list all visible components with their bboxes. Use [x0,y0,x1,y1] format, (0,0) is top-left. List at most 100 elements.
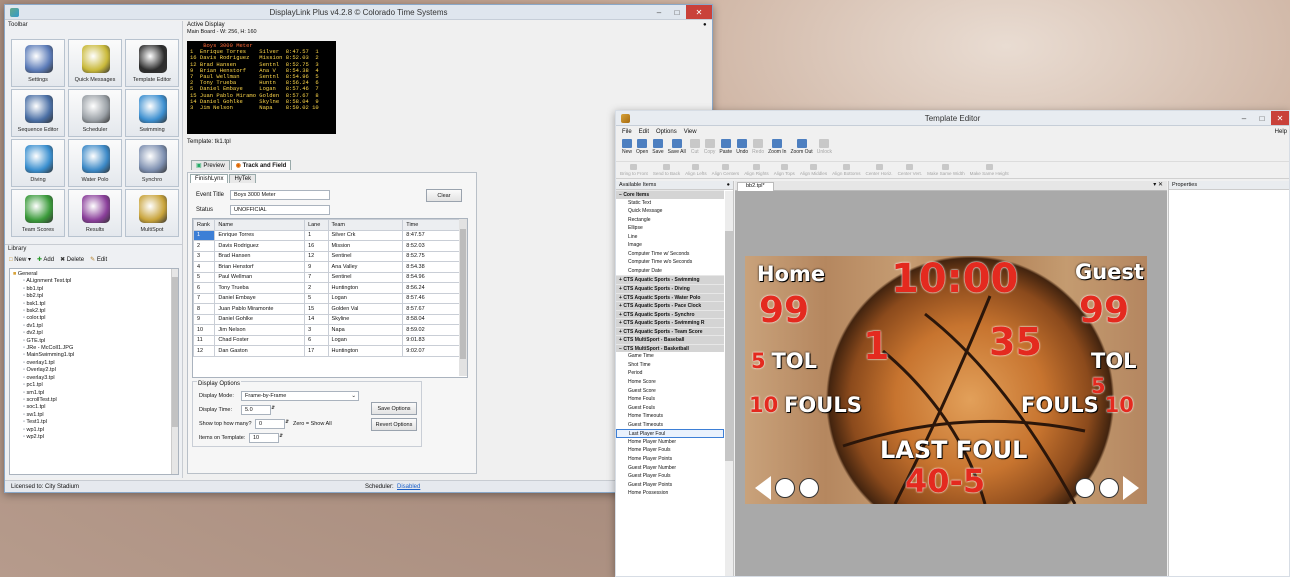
table-row[interactable]: 11 Chad Foster 6 Logan 9:01.83 [193,334,461,346]
library-file[interactable]: ▫ bsk2.tpl [13,308,175,315]
editor-minimize-button[interactable]: – [1235,111,1253,125]
editor-maximize-button[interactable]: □ [1253,111,1271,125]
available-item[interactable]: Guest Timeouts [616,421,724,430]
library-file[interactable]: ▫ bb2.tpl [13,293,175,300]
column-header[interactable]: Team [327,219,404,231]
library-file[interactable]: ▫ Overlay2.tpl [13,367,175,374]
tool-paste[interactable]: Paste [719,139,732,155]
items-scroll-thumb[interactable] [725,231,733,461]
display-time-field[interactable]: 5.0 [241,405,271,415]
available-item[interactable]: Image [616,241,724,250]
game-time[interactable]: 10:00 [891,256,1018,302]
status-field[interactable]: UNOFFICIAL [230,205,330,215]
shot-clock[interactable]: 35 [989,320,1042,364]
tool-cut[interactable]: Cut [689,139,700,155]
library-delete-button[interactable]: ✖ Delete [60,256,84,263]
library-tree[interactable]: ■ General ▫ ALignment Test.tpl ▫ bb1.tpl ▫ … [9,268,179,475]
home-score[interactable]: 99 [759,290,809,331]
close-button[interactable]: ✕ [686,5,712,19]
library-file[interactable]: ▫ MainSwimming1.tpl [13,352,175,359]
library-file[interactable]: ▫ bb1.tpl [13,286,175,293]
item-group[interactable]: + CTS Aquatic Sports - Synchro [616,309,724,319]
minimize-button[interactable]: – [650,5,668,19]
show-top-field[interactable]: 0 [255,419,285,429]
period[interactable]: 1 [863,324,889,368]
table-row[interactable]: 5 Paul Wellman 7 Sentinel 8:54.96 [193,271,461,283]
library-file[interactable]: ▫ wp1.tpl [13,427,175,434]
document-tab[interactable]: bb2.tpl* [737,182,774,191]
available-item[interactable]: Ellipse [616,224,724,233]
toolbar-button-team-scores[interactable]: Team Scores [11,189,65,237]
guest-tol[interactable]: TOL 5 [1091,349,1147,399]
table-row[interactable]: 4 Brian Henstorf 9 Ana Valley 8:54.38 [193,261,461,273]
guest-label[interactable]: Guest [1075,260,1144,284]
toolbar-button-results[interactable]: Results [68,189,122,237]
library-file[interactable]: ▫ pc1.tpl [13,382,175,389]
item-group[interactable]: + CTS Aquatic Sports - Swimming R [616,318,724,327]
tool-center-vert-[interactable]: Center Vert. [898,164,922,176]
results-scrollbar[interactable] [459,219,467,376]
template-canvas[interactable]: Home Guest 10:00 99 99 1 35 5 TOL TOL 5 … [745,256,1147,504]
table-row[interactable]: 7 Daniel Embaye 5 Logan 8:57.46 [193,292,461,304]
available-item[interactable]: Rectangle [616,216,724,225]
library-file[interactable]: ▫ dv2.tpl [13,330,175,337]
column-header[interactable]: Lane [304,219,329,231]
available-item[interactable]: Guest Score [616,387,724,396]
tool-redo[interactable]: Redo [752,139,764,155]
toolbar-button-settings[interactable]: Settings [11,39,65,87]
library-new-button[interactable]: □ New ▾ [9,256,31,263]
available-item[interactable]: Last Player Foul [616,429,724,438]
available-item[interactable]: Guest Player Fouls [616,472,724,481]
editor-close-button[interactable]: ✕ [1271,111,1289,125]
available-item[interactable]: Computer Time w/ Seconds [616,250,724,259]
table-row[interactable]: 2 Davis Rodriguez 16 Mission 8:52.03 [193,240,461,252]
library-file[interactable]: ▫ wp2.tpl [13,434,175,441]
item-group[interactable]: + CTS Aquatic Sports - Diving [616,284,724,293]
toolbar-button-synchro[interactable]: Synchro [125,139,179,187]
library-file[interactable]: ▫ color.tpl [13,315,175,322]
toolbar-button-template-editor[interactable]: Template Editor [125,39,179,87]
available-item[interactable]: Home Timeouts [616,412,724,421]
home-fouls[interactable]: 10 FOULS [749,393,862,418]
close-tab-icon[interactable]: ▾ ✕ [1153,181,1163,188]
toolbar-button-swimming[interactable]: Swimming [125,89,179,137]
library-file[interactable]: ▫ sw1.tpl [13,412,175,419]
item-group[interactable]: + CTS Aquatic Sports - Swimming [616,275,724,285]
tool-make-same-width[interactable]: Make Same Width [927,164,965,176]
library-file[interactable]: ▫ soc1.tpl [13,404,175,411]
tool-align-rights[interactable]: Align Rights [744,164,769,176]
library-file[interactable]: ▫ overlay1.tpl [13,360,175,367]
tool-open[interactable]: Open [636,139,648,155]
tool-copy[interactable]: Copy [704,139,715,155]
tool-align-lefts[interactable]: Align Lefts [685,164,707,176]
available-item[interactable]: Guest Player Points [616,481,724,490]
table-row[interactable]: 6 Tony Trueba 2 Huntington 8:56.24 [193,282,461,294]
tool-zoom-out[interactable]: Zoom Out [790,139,813,155]
available-item[interactable]: Home Score [616,378,724,387]
tool-save-all[interactable]: Save All [668,139,686,155]
toolbar-button-water-polo[interactable]: Water Polo [68,139,122,187]
toolbar-button-sequence-editor[interactable]: Sequence Editor [11,89,65,137]
item-group[interactable]: + CTS MultiSport - Baseball [616,335,724,344]
items-stepper[interactable]: ⇵ [279,433,283,439]
pin-icon[interactable]: ● [727,182,730,188]
menu-view[interactable]: View [684,129,697,135]
template-editor-titlebar[interactable]: Template Editor – □ ✕ [616,111,1289,126]
column-header[interactable]: Name [214,219,306,231]
tool-align-centers[interactable]: Align Centers [712,164,739,176]
library-edit-button[interactable]: ✎ Edit [90,256,107,263]
guest-timeout-dot-icon[interactable] [1075,478,1095,498]
pin-icon[interactable]: ● [703,22,707,28]
tool-undo[interactable]: Undo [736,139,748,155]
tool-new[interactable]: New [622,139,632,155]
table-row[interactable]: 3 Brad Hansen 12 Sentinel 8:52.75 [193,250,461,262]
menu-file[interactable]: File [622,129,632,135]
available-item[interactable]: Home Player Fouls [616,446,724,455]
last-foul-label[interactable]: LAST FOUL [880,436,1027,464]
tool-save[interactable]: Save [652,139,664,155]
item-group[interactable]: + CTS Aquatic Sports - Team Score [616,326,724,336]
library-file[interactable]: ▫ ALignment Test.tpl [13,278,175,285]
toolbar-button-multispot[interactable]: MultiSpot [125,189,179,237]
column-header[interactable]: Time [402,219,461,231]
library-scrollbar[interactable] [171,269,178,474]
